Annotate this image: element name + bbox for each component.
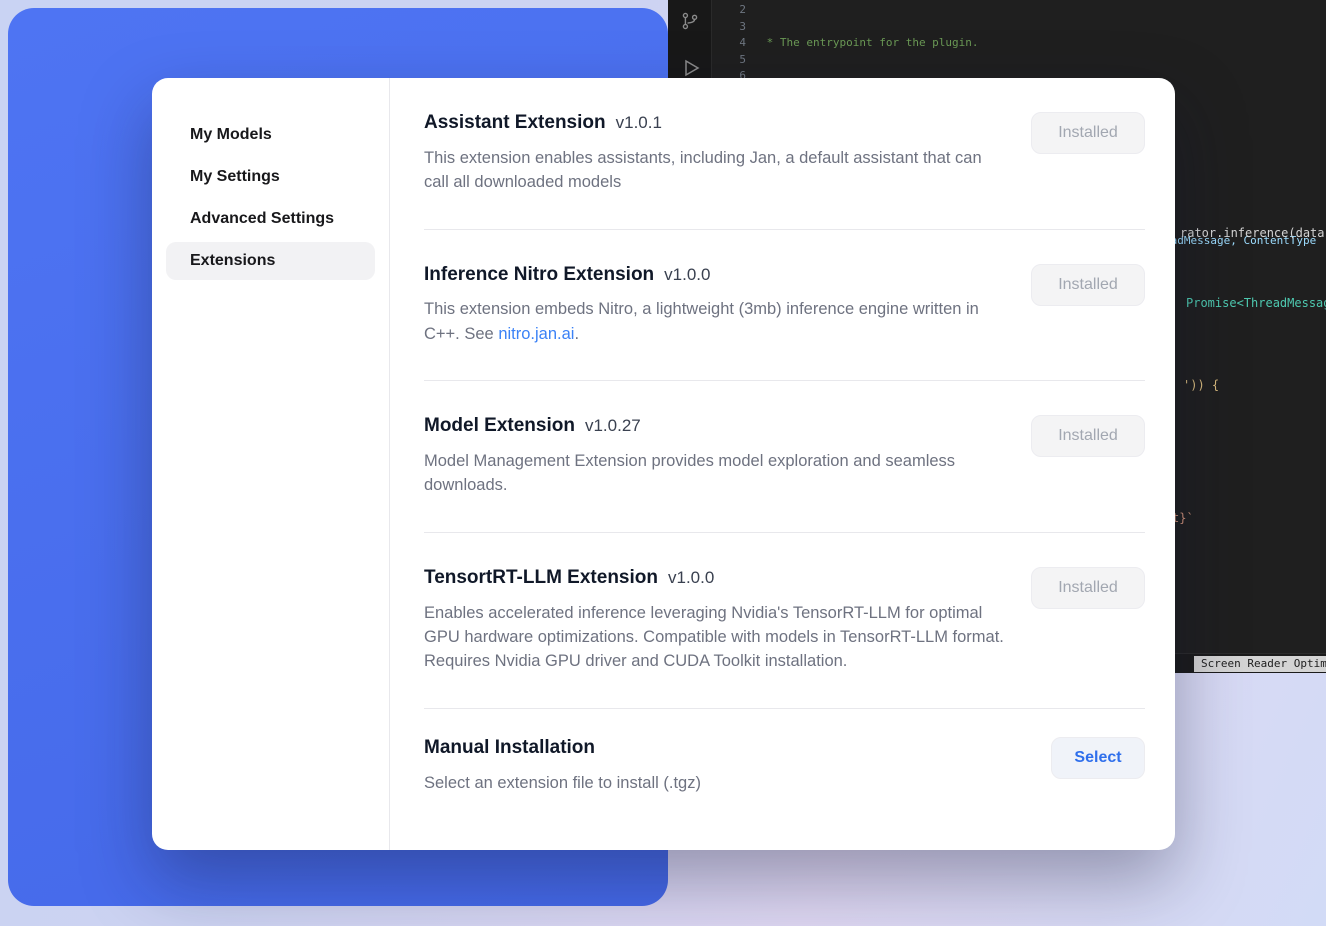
extension-info: Model Extension v1.0.27 Model Management … bbox=[424, 415, 1009, 498]
installed-button[interactable]: Installed bbox=[1031, 567, 1145, 609]
description-text: . bbox=[574, 325, 579, 343]
extension-row-model: Model Extension v1.0.27 Model Management … bbox=[424, 381, 1145, 533]
sidebar-item-advanced-settings[interactable]: Advanced Settings bbox=[166, 200, 375, 238]
extension-info: Manual Installation Select an extension … bbox=[424, 737, 701, 795]
extension-description: Enables accelerated inference leveraging… bbox=[424, 601, 1009, 674]
extension-title: Assistant Extension v1.0.1 bbox=[424, 112, 1009, 135]
extension-version: v1.0.1 bbox=[616, 113, 662, 132]
installed-button[interactable]: Installed bbox=[1031, 112, 1145, 154]
line-number: 2 bbox=[718, 2, 746, 19]
extension-version: v1.0.0 bbox=[664, 265, 710, 284]
nitro-jan-ai-link[interactable]: nitro.jan.ai bbox=[498, 325, 574, 343]
code-line: * The entrypoint for the plugin. bbox=[760, 35, 1326, 52]
extension-version: v1.0.0 bbox=[668, 568, 714, 587]
source-control-icon[interactable] bbox=[679, 10, 701, 32]
installed-button[interactable]: Installed bbox=[1031, 415, 1145, 457]
extension-row-tensorrt-llm: TensortRT-LLM Extension v1.0.0 Enables ac… bbox=[424, 533, 1145, 709]
select-file-button[interactable]: Select bbox=[1051, 737, 1145, 779]
manual-installation-description: Select an extension file to install (.tg… bbox=[424, 771, 701, 795]
manual-installation-row: Manual Installation Select an extension … bbox=[424, 709, 1145, 829]
code-fragment: t}` bbox=[1172, 511, 1194, 525]
sidebar-item-my-settings[interactable]: My Settings bbox=[166, 158, 375, 196]
editor-line-numbers: 2 3 4 5 6 bbox=[718, 2, 746, 85]
line-number: 4 bbox=[718, 35, 746, 52]
code-fragment: ')) { bbox=[1183, 378, 1219, 392]
code-fragment: rator.inference(data)); bbox=[1180, 226, 1326, 240]
manual-installation-title: Manual Installation bbox=[424, 737, 701, 760]
sidebar-item-extensions[interactable]: Extensions bbox=[166, 242, 375, 280]
installed-button[interactable]: Installed bbox=[1031, 264, 1145, 306]
extension-row-inference-nitro: Inference Nitro Extension v1.0.0 This ext… bbox=[424, 230, 1145, 382]
sidebar-item-my-models[interactable]: My Models bbox=[166, 116, 375, 154]
run-debug-icon[interactable] bbox=[679, 56, 701, 78]
extension-info: TensortRT-LLM Extension v1.0.0 Enables ac… bbox=[424, 567, 1009, 674]
extension-row-assistant: Assistant Extension v1.0.1 This extension… bbox=[424, 78, 1145, 230]
extensions-panel: Assistant Extension v1.0.1 This extension… bbox=[390, 78, 1175, 850]
extension-name: Model Extension bbox=[424, 415, 575, 436]
extension-title: Inference Nitro Extension v1.0.0 bbox=[424, 264, 1009, 287]
extension-title: TensortRT-LLM Extension v1.0.0 bbox=[424, 567, 1009, 590]
extension-info: Assistant Extension v1.0.1 This extension… bbox=[424, 112, 1009, 195]
extension-name: TensortRT-LLM Extension bbox=[424, 567, 658, 588]
extension-name: Assistant Extension bbox=[424, 112, 606, 133]
extension-info: Inference Nitro Extension v1.0.0 This ext… bbox=[424, 264, 1009, 347]
extension-name: Inference Nitro Extension bbox=[424, 264, 654, 285]
extension-description: This extension embeds Nitro, a lightweig… bbox=[424, 297, 1009, 346]
extension-version: v1.0.27 bbox=[585, 416, 641, 435]
extension-title: Model Extension v1.0.27 bbox=[424, 415, 1009, 438]
code-fragment: Promise<ThreadMessage> bbox=[1186, 296, 1326, 310]
settings-sidebar: My Models My Settings Advanced Settings … bbox=[152, 78, 390, 850]
status-screen-reader-badge[interactable]: Screen Reader Optimized bbox=[1194, 656, 1326, 672]
extension-description: This extension enables assistants, inclu… bbox=[424, 146, 1009, 195]
extension-description: Model Management Extension provides mode… bbox=[424, 449, 1009, 498]
line-number: 5 bbox=[718, 52, 746, 69]
line-number: 3 bbox=[718, 19, 746, 36]
settings-modal: My Models My Settings Advanced Settings … bbox=[152, 78, 1175, 850]
